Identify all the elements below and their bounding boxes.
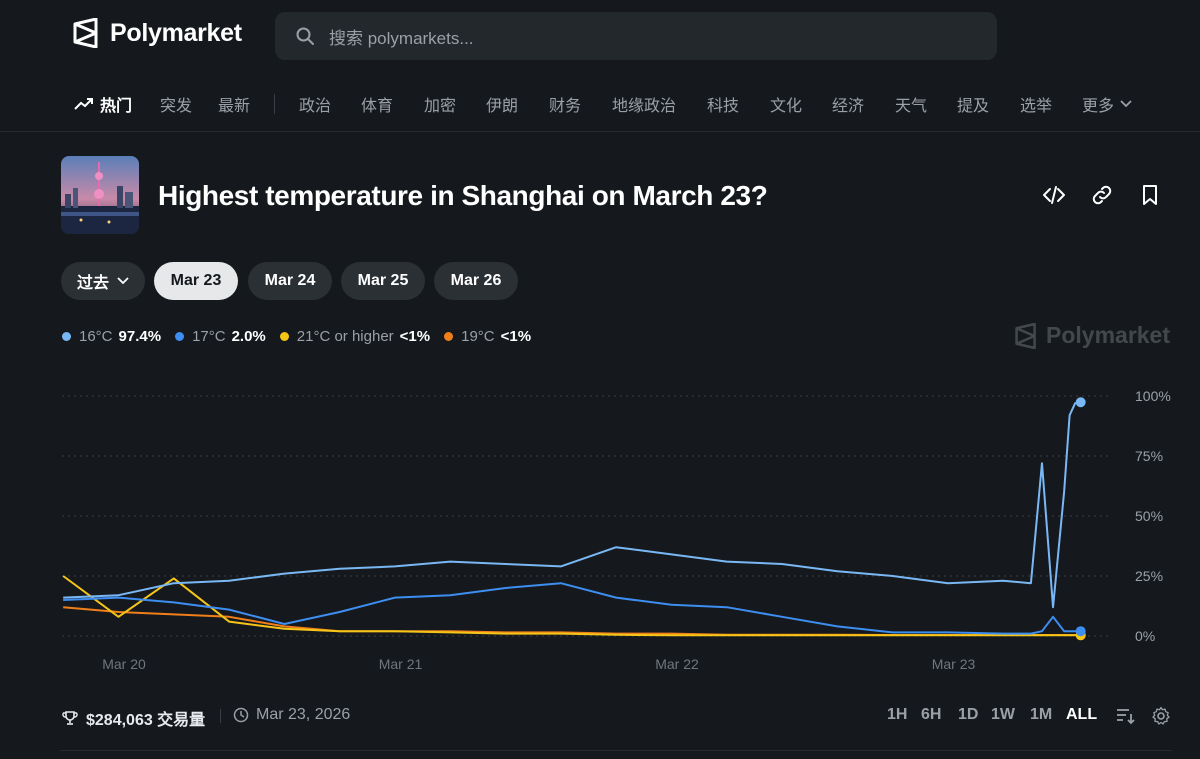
- trophy-icon: [62, 711, 78, 725]
- date-tab-mar-23[interactable]: Mar 23: [154, 262, 238, 300]
- embed-icon[interactable]: [1042, 183, 1066, 207]
- range-1m-button[interactable]: 1M: [1030, 706, 1052, 724]
- header-divider: [0, 131, 1200, 132]
- range-1h-button[interactable]: 1H: [887, 706, 907, 724]
- legend-item-16c[interactable]: 16°C 97.4%: [62, 328, 161, 345]
- series-endpoint: [1075, 626, 1086, 637]
- polymarket-logo-icon: [1015, 322, 1036, 349]
- legend-dot: [175, 332, 185, 341]
- nav-item-trending[interactable]: 热门: [74, 92, 132, 116]
- footer-divider-line: [60, 750, 1172, 751]
- nav-item-iran[interactable]: 伊朗: [486, 92, 518, 116]
- y-tick-label: 25%: [1135, 568, 1163, 584]
- end-date-text: Mar 23, 2026: [256, 706, 351, 723]
- range-1d-button[interactable]: 1D: [958, 706, 978, 724]
- legend-item-21c-or-higher[interactable]: 21°C or higher <1%: [279, 328, 430, 345]
- y-tick-label: 0%: [1135, 628, 1155, 644]
- bookmark-icon[interactable]: [1138, 183, 1162, 207]
- legend-dot: [62, 332, 71, 341]
- nav-item-sports[interactable]: 体育: [361, 92, 393, 116]
- trending-icon: [74, 98, 93, 110]
- range-1w-button[interactable]: 1W: [991, 706, 1015, 724]
- legend-dot: [279, 332, 289, 341]
- date-tab-mar-25[interactable]: Mar 25: [341, 262, 425, 300]
- clock-icon: [233, 707, 249, 723]
- nav-item-new[interactable]: 最新: [218, 92, 250, 116]
- y-tick-label: 50%: [1135, 508, 1163, 524]
- settings-gear-icon[interactable]: [1151, 706, 1171, 726]
- category-nav: 热门 突发 最新 政治 体育 加密 伊朗 财务 地缘政治 科技 文化 经济 天气…: [0, 84, 1200, 124]
- nav-item-politics[interactable]: 政治: [299, 92, 331, 116]
- market-thumbnail: [61, 156, 139, 234]
- nav-divider: [274, 94, 275, 114]
- series-line: [63, 401, 1081, 609]
- volume-text: $284,063 交易量: [86, 712, 206, 729]
- price-chart[interactable]: 100% 75% 50% 25% 0% Mar 20 Mar 21 Mar 22 Mar 23: [0, 380, 1200, 680]
- nav-item-geopolitics[interactable]: 地缘政治: [612, 92, 676, 116]
- nav-item-breaking[interactable]: 突发: [160, 92, 192, 116]
- range-6h-button[interactable]: 6H: [921, 706, 941, 724]
- range-all-button[interactable]: ALL: [1066, 706, 1097, 724]
- legend-item-17c[interactable]: 17°C 2.0%: [175, 328, 266, 345]
- search-icon: [296, 27, 314, 45]
- chart-footer: $284,063 交易量 Mar 23, 2026 1H 6H 1D 1W 1M…: [0, 700, 1200, 732]
- series-line: [63, 582, 1081, 635]
- volume-info: $284,063 交易量: [62, 706, 205, 730]
- brand-name: Polymarket: [110, 18, 242, 47]
- nav-item-culture[interactable]: 文化: [770, 92, 802, 116]
- nav-item-finance[interactable]: 财务: [549, 92, 581, 116]
- nav-item-crypto[interactable]: 加密: [424, 92, 456, 116]
- search-placeholder: 搜索 polymarkets...: [329, 28, 474, 48]
- market-title: Highest temperature in Shanghai on March…: [158, 180, 768, 211]
- chevron-down-icon: [117, 277, 129, 285]
- link-icon[interactable]: [1090, 183, 1114, 207]
- chevron-down-icon: [1120, 100, 1132, 108]
- date-tab-mar-26[interactable]: Mar 26: [434, 262, 518, 300]
- nav-item-more[interactable]: 更多: [1082, 92, 1132, 116]
- nav-item-mentions[interactable]: 提及: [957, 92, 989, 116]
- nav-item-economy[interactable]: 经济: [832, 92, 864, 116]
- polymarket-watermark: Polymarket: [1014, 322, 1170, 349]
- date-tab-mar-24[interactable]: Mar 24: [248, 262, 332, 300]
- top-bar: Polymarket 搜索 polymarkets...: [0, 0, 1200, 72]
- series-line: [62, 575, 1081, 637]
- logo[interactable]: Polymarket: [72, 18, 242, 48]
- end-date-info: Mar 23, 2026: [233, 706, 350, 724]
- legend-dot: [444, 332, 454, 341]
- x-tick-label: Mar 22: [655, 656, 699, 672]
- x-tick-label: Mar 20: [102, 656, 146, 672]
- footer-divider: [220, 709, 221, 723]
- past-dropdown[interactable]: 过去: [61, 262, 145, 300]
- series-endpoint: [1075, 397, 1086, 408]
- nav-item-weather[interactable]: 天气: [895, 92, 927, 116]
- y-tick-label: 100%: [1135, 388, 1171, 404]
- sort-icon[interactable]: [1115, 706, 1135, 726]
- y-tick-label: 75%: [1135, 448, 1163, 464]
- chart-legend: 16°C 97.4% 17°C 2.0% 21°C or higher <1% …: [62, 328, 545, 345]
- polymarket-logo-icon: [73, 18, 98, 48]
- shanghai-skyline-image: [61, 156, 139, 234]
- x-tick-label: Mar 21: [379, 656, 423, 672]
- nav-item-tech[interactable]: 科技: [707, 92, 739, 116]
- nav-item-elections[interactable]: 选举: [1020, 92, 1052, 116]
- x-tick-label: Mar 23: [932, 656, 976, 672]
- legend-item-19c[interactable]: 19°C <1%: [444, 328, 531, 345]
- search-input[interactable]: 搜索 polymarkets...: [275, 12, 997, 60]
